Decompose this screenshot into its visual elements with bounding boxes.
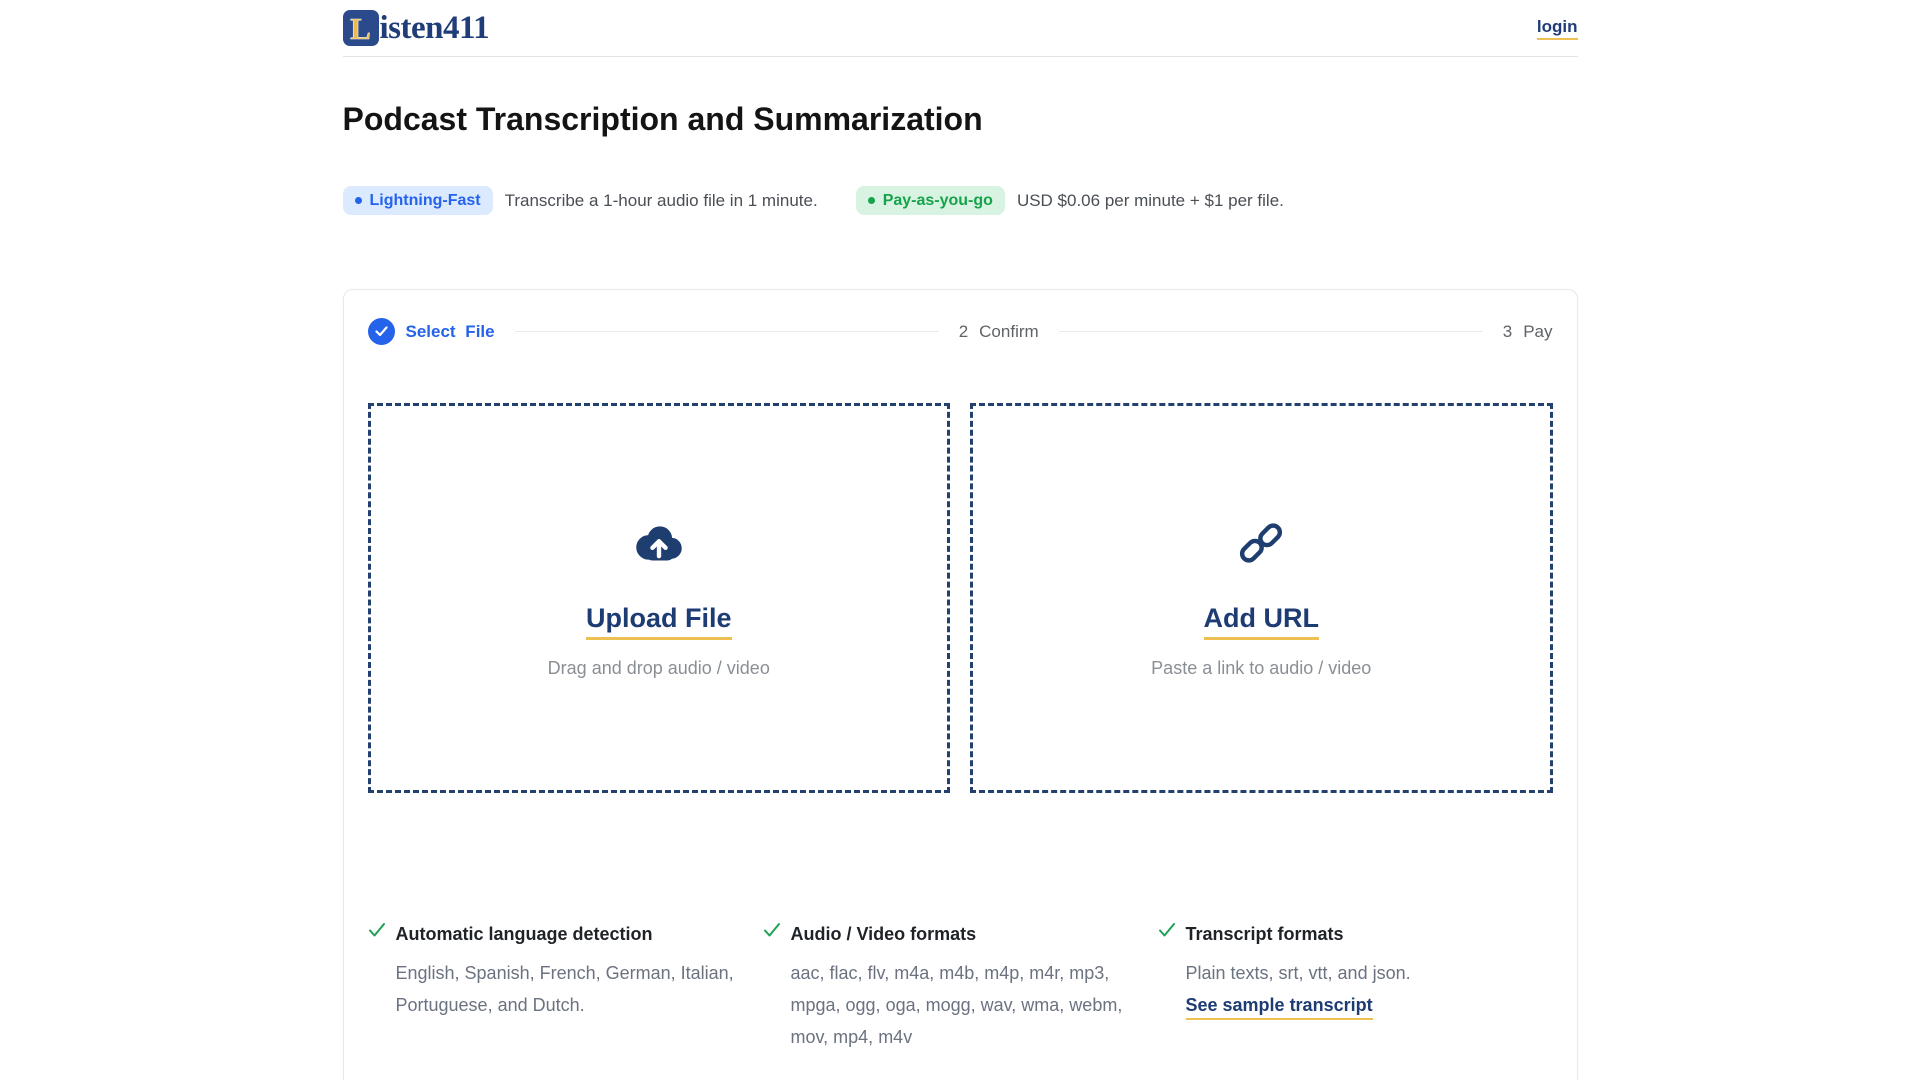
pay-as-you-go-description: USD $0.06 per minute + $1 per file. — [1017, 191, 1284, 211]
feature-av-title: Audio / Video formats — [791, 921, 1152, 947]
check-circle-icon — [368, 318, 395, 345]
feature-transcript-description: Plain texts, srt, vtt, and json. — [1186, 957, 1547, 989]
green-dot-icon — [868, 197, 875, 204]
feature-language-title: Automatic language detection — [396, 921, 757, 947]
page-title: Podcast Transcription and Summarization — [343, 101, 1578, 138]
logo-text: isten411 — [380, 10, 490, 47]
stepper-divider — [1059, 331, 1483, 332]
lightning-fast-description: Transcribe a 1-hour audio file in 1 minu… — [505, 191, 818, 211]
dropzones-row: Upload File Drag and drop audio / video … — [368, 403, 1553, 793]
feature-transcript-formats: Transcript formats Plain texts, srt, vtt… — [1158, 921, 1553, 1053]
step-select-file[interactable]: Select File — [368, 318, 495, 345]
features-row: Automatic language detection English, Sp… — [368, 921, 1553, 1053]
upload-file-link[interactable]: Upload File — [586, 603, 732, 640]
feature-av-formats: Audio / Video formats aac, flac, flv, m4… — [763, 921, 1158, 1053]
transcription-card: Select File 2 Confirm 3 Pay — [343, 289, 1578, 1080]
step-pay-number: 3 — [1503, 322, 1512, 342]
step-pay: 3 Pay — [1503, 322, 1553, 342]
blue-dot-icon — [355, 197, 362, 204]
check-icon — [763, 922, 781, 943]
logo-letter: L — [350, 13, 371, 44]
pay-as-you-go-badge: Pay-as-you-go — [856, 186, 1005, 215]
feature-language-description: English, Spanish, French, German, Italia… — [396, 957, 757, 1021]
step-confirm-label: Confirm — [979, 322, 1039, 342]
lightning-fast-badge: Lightning-Fast — [343, 186, 493, 215]
step-confirm-number: 2 — [959, 322, 968, 342]
feature-language-detection: Automatic language detection English, Sp… — [368, 921, 763, 1053]
step-pay-label: Pay — [1523, 322, 1552, 342]
add-url-dropzone[interactable]: Add URL Paste a link to audio / video — [970, 403, 1553, 793]
upload-file-subtitle: Drag and drop audio / video — [548, 658, 770, 679]
add-url-link[interactable]: Add URL — [1204, 603, 1319, 640]
listen411-logo[interactable]: L isten411 — [343, 10, 490, 47]
upload-file-dropzone[interactable]: Upload File Drag and drop audio / video — [368, 403, 951, 793]
feature-av-description: aac, flac, flv, m4a, m4b, m4p, m4r, mp3,… — [791, 957, 1152, 1053]
check-icon — [1158, 922, 1176, 943]
lightning-fast-label: Lightning-Fast — [370, 192, 481, 210]
check-icon — [368, 922, 386, 943]
link-icon — [1238, 517, 1284, 569]
step-confirm: 2 Confirm — [959, 322, 1039, 342]
selling-points-row: Lightning-Fast Transcribe a 1-hour audio… — [343, 186, 1578, 215]
add-url-subtitle: Paste a link to audio / video — [1151, 658, 1371, 679]
feature-transcript-title: Transcript formats — [1186, 921, 1547, 947]
login-link[interactable]: login — [1537, 17, 1578, 40]
main-content: Podcast Transcription and Summarization … — [343, 101, 1578, 1080]
stepper: Select File 2 Confirm 3 Pay — [368, 318, 1553, 345]
cloud-upload-icon — [631, 517, 687, 569]
step-select-file-label: Select File — [406, 322, 495, 342]
site-header: L isten411 login — [0, 0, 1920, 57]
stepper-divider — [515, 331, 939, 332]
pay-as-you-go-label: Pay-as-you-go — [883, 192, 993, 210]
logo-letter-badge: L — [343, 10, 379, 46]
see-sample-transcript-link[interactable]: See sample transcript — [1186, 995, 1373, 1020]
